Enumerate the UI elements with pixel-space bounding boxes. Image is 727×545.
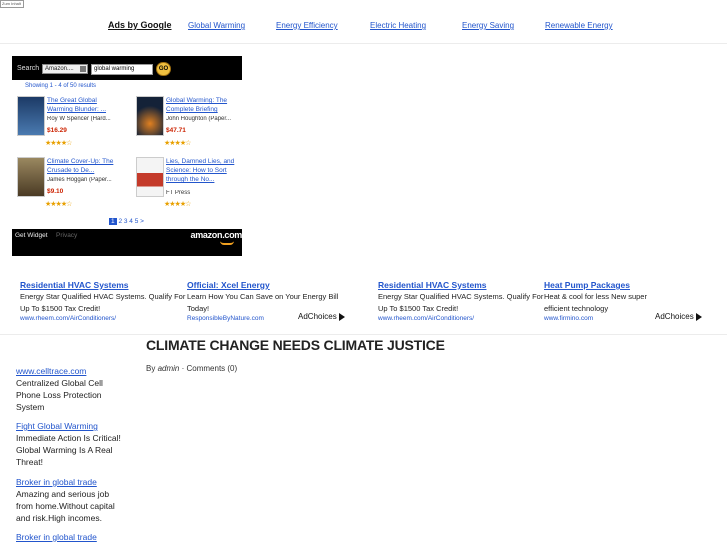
rating-stars-icon: ★★★★☆ [45, 140, 72, 147]
ad-title-link[interactable]: Heat Pump Packages [544, 280, 654, 290]
ad-title-link[interactable]: Official: Xcel Energy [187, 280, 355, 290]
ad-description: Heat & cool for less New super efficient… [544, 292, 647, 313]
text-ad[interactable]: Official: Xcel Energy Learn How You Can … [187, 280, 355, 330]
post-author[interactable]: admin [158, 364, 180, 373]
ad-url[interactable]: www.rheem.com/AirConditioners/ [20, 315, 188, 322]
post-meta: By admin · Comments (0) [146, 364, 237, 373]
product-price: $9.10 [47, 188, 64, 195]
search-input[interactable]: global warming [91, 64, 153, 75]
sidebar-ad-description: Immediate Action Is Critical! Global War… [16, 433, 121, 467]
amazon-logo[interactable]: amazon.com [190, 230, 242, 240]
product-title-link[interactable]: Climate Cover-Up: The Crusade to De... [47, 157, 122, 175]
go-button[interactable]: GO [156, 62, 171, 76]
sidebar-ad[interactable]: Broker in global trade Amazing and serio… [16, 477, 128, 524]
sidebar-ad-description: Centralized Global Cell Phone Loss Prote… [16, 378, 103, 412]
widget-footer: Get Widget Privacy amazon.com [12, 229, 242, 256]
category-select[interactable]: Amazon.... [42, 64, 88, 74]
adchoices-label: AdChoices [655, 312, 694, 321]
product-title-link[interactable]: Lies, Damned Lies, and Science: How to S… [166, 157, 241, 184]
widget-search-bar: Search Amazon.... global warming GO [12, 56, 242, 80]
book-cover-image[interactable] [17, 157, 45, 197]
ad-topic-link[interactable]: Energy Saving [462, 21, 514, 30]
text-ad[interactable]: Residential HVAC Systems Energy Star Qua… [20, 280, 188, 330]
sidebar-ad-title-link[interactable]: www.celltrace.com [16, 366, 128, 376]
product-title-link[interactable]: The Great Global Warming Blunder: ... [47, 96, 122, 114]
rating-stars-icon: ★★★★☆ [164, 201, 191, 208]
product-author: James Hoggan (Paper... [47, 177, 112, 183]
sidebar-ad-title-link[interactable]: Broker in global trade [16, 532, 128, 542]
ad-topic-link[interactable]: Electric Heating [370, 21, 426, 30]
book-cover-image[interactable] [136, 157, 164, 197]
post-comments-link[interactable]: · Comments (0) [182, 364, 238, 373]
search-label: Search [17, 65, 40, 72]
pagination: 1 2 3 4 5 > [109, 218, 144, 225]
product-price: $16.29 [47, 127, 67, 134]
rating-stars-icon: ★★★★☆ [164, 140, 191, 147]
adchoices-icon [338, 312, 345, 321]
product-author: John Houghton (Paper... [166, 116, 232, 122]
adchoices-button[interactable]: AdChoices [655, 312, 702, 321]
category-value: Amazon.... [45, 66, 74, 72]
ad-topic-link[interactable]: Renewable Energy [545, 21, 613, 30]
product-title-link[interactable]: Global Warming: The Complete Briefing [166, 96, 241, 114]
text-ad[interactable]: Heat Pump Packages Heat & cool for less … [544, 280, 654, 330]
sidebar-ad-description: Amazing and serious job from home.Withou… [16, 489, 115, 523]
ad-title-link[interactable]: Residential HVAC Systems [20, 280, 188, 290]
product-item[interactable]: Climate Cover-Up: The Crusade to De... J… [12, 157, 122, 215]
text-ad[interactable]: Residential HVAC Systems Energy Star Qua… [378, 280, 546, 330]
product-item[interactable]: Lies, Damned Lies, and Science: How to S… [131, 157, 241, 215]
ad-topic-link[interactable]: Energy Efficiency [276, 21, 338, 30]
sidebar-ad-title-link[interactable]: Broker in global trade [16, 477, 128, 487]
privacy-link[interactable]: Privacy [56, 232, 77, 239]
chevron-down-icon [80, 66, 86, 72]
product-author: Roy W Spencer (Hard... [47, 116, 111, 122]
sidebar-ad[interactable]: Fight Global Warming Immediate Action Is… [16, 421, 128, 468]
book-cover-image[interactable] [17, 96, 45, 136]
adchoices-button[interactable]: AdChoices [298, 312, 345, 321]
ad-description: Energy Star Qualified HVAC Systems. Qual… [20, 292, 186, 313]
ads-by-google-label[interactable]: Ads by Google [108, 20, 172, 30]
ad-title-link[interactable]: Residential HVAC Systems [378, 280, 546, 290]
post-by-label: By [146, 364, 156, 373]
product-price: $47.71 [166, 127, 186, 134]
results-count: Showing 1 - 4 of 50 results [25, 83, 97, 89]
amazon-smile-icon [220, 241, 234, 245]
ad-url[interactable]: www.rheem.com/AirConditioners/ [378, 315, 546, 322]
text-ad-unit: Residential HVAC Systems Energy Star Qua… [0, 280, 727, 335]
ad-link-unit: Ads by Google Global Warming Energy Effi… [0, 20, 727, 34]
adchoices-icon [695, 312, 702, 321]
product-item[interactable]: The Great Global Warming Blunder: ... Ro… [12, 96, 122, 154]
adchoices-label: AdChoices [298, 312, 337, 321]
ad-description: Energy Star Qualified HVAC Systems. Qual… [378, 292, 544, 313]
ad-topic-link[interactable]: Global Warming [188, 21, 245, 30]
book-cover-image[interactable] [136, 96, 164, 136]
divider [0, 334, 727, 335]
get-widget-link[interactable]: Get Widget [15, 232, 48, 239]
rating-stars-icon: ★★★★☆ [45, 201, 72, 208]
product-item[interactable]: Global Warming: The Complete Briefing Jo… [131, 96, 241, 154]
page-links[interactable]: 2 3 4 5 > [118, 218, 143, 225]
sidebar-ad-title-link[interactable]: Fight Global Warming [16, 421, 128, 431]
ad-url[interactable]: www.firmino.com [544, 315, 654, 322]
sidebar-ad[interactable]: www.celltrace.com Centralized Global Cel… [16, 366, 128, 413]
skip-image[interactable]: Zum Inhalt [0, 0, 24, 8]
amazon-search-widget: Search Amazon.... global warming GO Show… [12, 56, 242, 256]
sidebar-ad[interactable]: Broker in global trade [16, 532, 128, 542]
post-title[interactable]: CLIMATE CHANGE NEEDS CLIMATE JUSTICE [146, 337, 445, 353]
product-author: FT Press [166, 190, 191, 196]
page-current[interactable]: 1 [109, 218, 117, 225]
divider [0, 43, 727, 44]
